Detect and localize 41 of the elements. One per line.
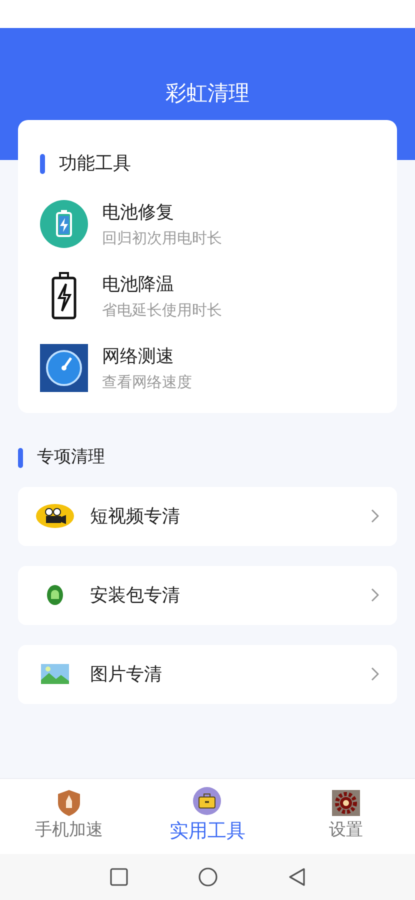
battery-icon [51, 272, 77, 320]
tool-item[interactable]: 电池修复 回归初次用电时长 [40, 199, 375, 249]
tool-item[interactable]: 电池降温 省电延长使用时长 [40, 271, 375, 321]
tool-name: 电池降温 [102, 273, 175, 297]
app-title: 彩虹清理 [166, 80, 250, 108]
chevron-right-icon [371, 509, 379, 523]
clean-item-label: 图片专清 [90, 662, 163, 686]
speedometer-icon [40, 344, 88, 392]
nav-tab[interactable]: 手机加速 [0, 790, 138, 844]
clean-item[interactable]: 图片专清 [18, 644, 397, 704]
nav-tab[interactable]: 设置 [276, 790, 415, 844]
shield-rocket-icon [58, 790, 80, 816]
section-title: 功能工具 [59, 152, 131, 176]
nav-label: 实用工具 [169, 819, 246, 844]
android-icon [47, 585, 63, 605]
square-icon[interactable] [110, 868, 128, 886]
nav-label: 手机加速 [35, 818, 104, 842]
clean-item-label: 安装包专清 [90, 584, 181, 608]
video-camera-icon [36, 504, 74, 528]
clean-item[interactable]: 安装包专清 [18, 566, 397, 624]
nav-label: 设置 [328, 818, 363, 842]
tool-description: 查看网络速度 [102, 372, 192, 393]
tool-description: 省电延长使用时长 [102, 300, 222, 321]
toolbox-icon [193, 787, 222, 816]
image-icon [41, 664, 69, 684]
tool-name: 网络测速 [102, 345, 175, 369]
section-marker [40, 154, 45, 174]
chevron-right-icon [371, 588, 379, 602]
back-triangle-icon[interactable] [288, 867, 306, 887]
clean-item[interactable]: 短视频专清 [18, 486, 397, 546]
battery-charge-icon [40, 200, 88, 248]
tool-description: 回归初次用电时长 [102, 228, 222, 249]
nav-tab[interactable]: 实用工具 [138, 787, 277, 846]
tool-item[interactable]: 网络测速 查看网络速度 [40, 343, 375, 393]
section-marker [18, 448, 23, 468]
clean-item-label: 短视频专清 [90, 504, 181, 528]
section-title: 专项清理 [37, 446, 105, 469]
gear-icon [332, 790, 360, 816]
chevron-right-icon [371, 667, 379, 681]
circle-icon[interactable] [198, 867, 218, 887]
tool-name: 电池修复 [102, 201, 175, 225]
